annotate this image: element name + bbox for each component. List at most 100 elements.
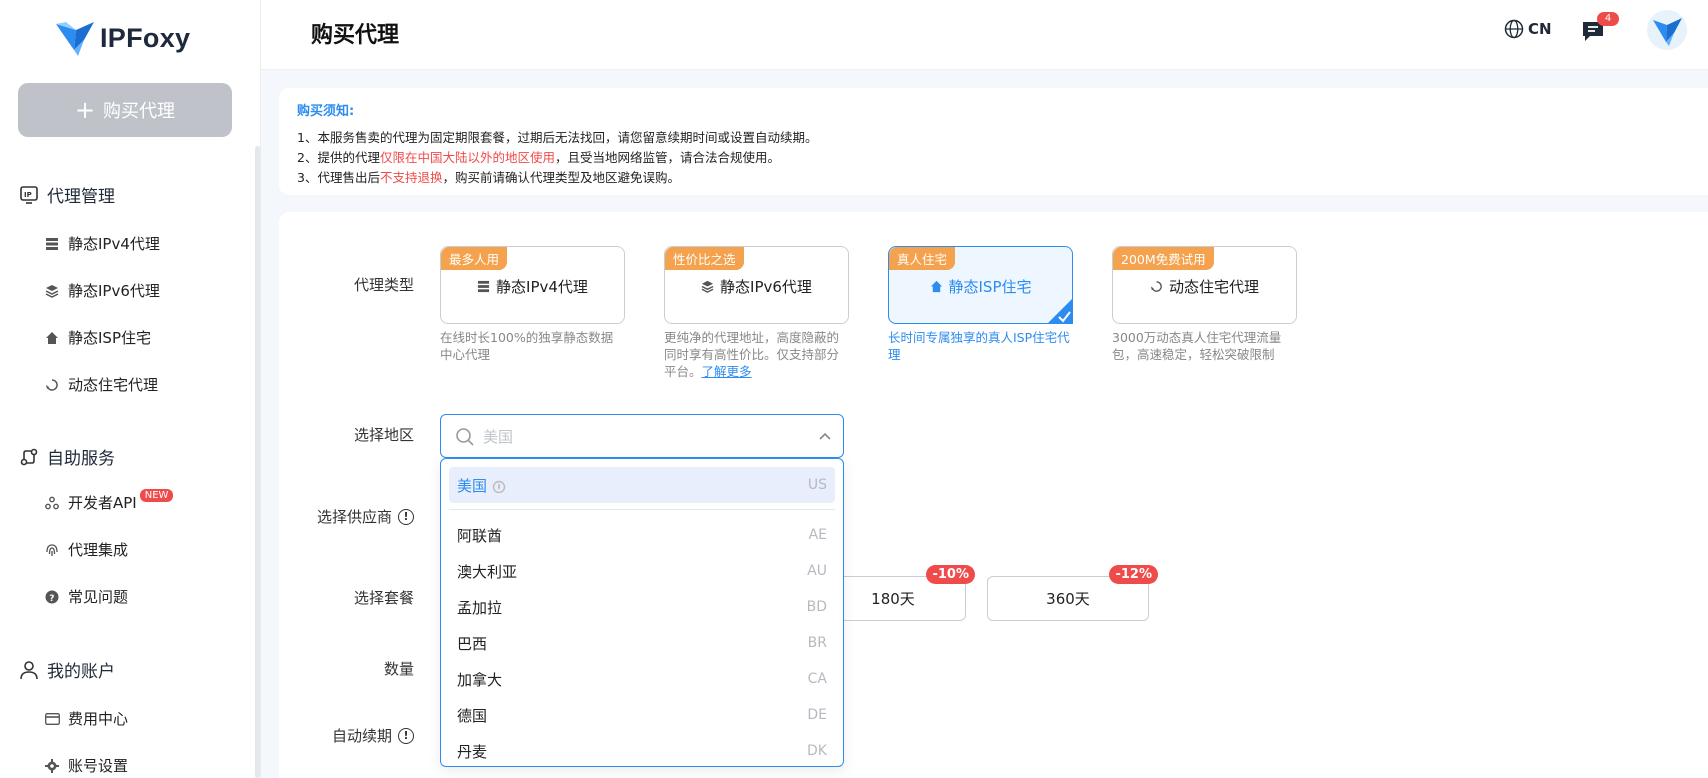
proxy-type-label: 代理类型 (353, 276, 414, 294)
type-description: 长时间专属独享的真人ISP住宅代理 (888, 330, 1070, 362)
region-option[interactable]: 巴西 BR (449, 625, 835, 661)
sidebar-item-label: 代理集成 (68, 541, 129, 559)
type-tag: 200M免费试用 (1113, 247, 1214, 270)
sidebar-scrollbar[interactable] (255, 146, 260, 778)
sidebar-item-label: 开发者API (68, 494, 137, 512)
region-option[interactable]: 孟加拉 BD (449, 589, 835, 625)
gear-icon (44, 758, 60, 774)
proxy-type-card-isp[interactable]: 真人住宅 静态ISP住宅 (888, 246, 1073, 324)
notice-line-1: 1、本服务售卖的代理为固定期限套餐，过期后无法找回，请您留意续期时间或设置自动续… (297, 130, 818, 145)
server-icon (477, 280, 490, 293)
notice-line-3: 3、代理售出后不支持退换，购买前请确认代理类型及地区避免误购。 (297, 167, 680, 186)
region-code: BD (806, 599, 827, 615)
region-search-input[interactable] (483, 425, 783, 449)
nav-group-proxy-management[interactable]: IP 代理管理 (18, 182, 115, 207)
buy-proxy-label: 购买代理 (103, 101, 176, 122)
type-name-label: 静态IPv4代理 (496, 278, 588, 296)
region-option-name: 孟加拉 (457, 598, 503, 617)
search-icon (456, 428, 474, 446)
svg-text:?: ? (49, 594, 54, 604)
sidebar-item-dynamic-residential[interactable]: 动态住宅代理 (44, 374, 158, 395)
proxy-type-card-ipv6[interactable]: 性价比之选 静态IPv6代理 (664, 246, 849, 324)
sidebar-item-label: 静态IPv4代理 (68, 235, 160, 253)
proxy-type-card-dynamic[interactable]: 200M免费试用 动态住宅代理 (1112, 246, 1297, 324)
sidebar-item-label: 账号设置 (68, 757, 129, 775)
region-option[interactable]: 德国 DE (449, 697, 835, 733)
avatar-logo-icon (1653, 18, 1682, 46)
home-icon (44, 330, 60, 346)
info-icon[interactable]: ! (398, 508, 414, 525)
plus-icon: + (74, 96, 96, 124)
region-option[interactable]: 澳大利亚 AU (449, 553, 835, 589)
ip-icon: IP (18, 184, 40, 206)
svg-text:IP: IP (24, 191, 32, 199)
sidebar-item-developer-api[interactable]: 开发者API NEW (44, 489, 174, 513)
home-icon (930, 280, 943, 293)
nav-group-my-account[interactable]: 我的账户 (18, 657, 115, 682)
nav-group-self-service[interactable]: 自助服务 (18, 444, 115, 469)
sidebar-item-account-settings[interactable]: 账号设置 (44, 755, 128, 776)
fox-logo-icon (56, 22, 94, 56)
plan-option-360[interactable]: 360天 -12% (987, 565, 1158, 621)
card-icon (44, 711, 60, 727)
proxy-type-card-ipv4[interactable]: 最多人用 静态IPv4代理 (440, 246, 625, 324)
sidebar-item-static-ipv6[interactable]: 静态IPv6代理 (44, 280, 160, 301)
webhook-icon (44, 495, 60, 511)
region-code: AU (807, 563, 827, 579)
chevron-up-icon[interactable] (819, 431, 831, 441)
globe-icon (1504, 19, 1524, 39)
region-option-name: 澳大利亚 (457, 562, 518, 581)
sidebar-item-billing[interactable]: 费用中心 (44, 708, 128, 729)
new-badge: NEW (139, 489, 174, 502)
provider-label: 选择供应商 ! (300, 506, 414, 527)
nav-group-label: 我的账户 (47, 662, 115, 682)
sidebar-item-faq[interactable]: ? 常见问题 (44, 586, 128, 607)
region-label: 选择地区 (353, 426, 414, 444)
region-option[interactable]: 加拿大 CA (449, 661, 835, 697)
buy-proxy-button[interactable]: + 购买代理 (18, 83, 232, 137)
learn-more-link[interactable]: 了解更多 (702, 364, 752, 379)
sidebar-item-proxy-integration[interactable]: 代理集成 (44, 539, 128, 560)
discount-badge: -10% (926, 565, 975, 584)
nav-group-label: 自助服务 (47, 449, 115, 469)
type-name: 静态IPv6代理 (665, 276, 848, 297)
type-tag: 性价比之选 (665, 247, 744, 270)
region-code: US (807, 477, 827, 493)
notice-title: 购买须知: (297, 104, 355, 119)
refresh-icon (44, 377, 60, 393)
sidebar-item-static-isp[interactable]: 静态ISP住宅 (44, 327, 151, 348)
type-name: 静态IPv4代理 (441, 276, 624, 297)
message-count-badge: 4 (1597, 12, 1619, 26)
region-dropdown: 美国 US 阿联酋 AE 澳大利亚 AU 孟加拉 BD 巴西 BR 加拿大 CA 德国 DE… (440, 458, 844, 767)
region-code: DK (807, 743, 827, 759)
notice-text: 2、提供的代理 (297, 150, 380, 165)
page-title: 购买代理 (311, 23, 400, 48)
region-option[interactable]: 丹麦 DK (449, 733, 835, 766)
region-option-selected[interactable]: 美国 US (449, 467, 835, 503)
plan-label-text: 360天 (1046, 590, 1090, 608)
type-description: 3000万动态真人住宅代理流量包，高速稳定，轻松突破限制 (1112, 330, 1282, 362)
language-label: CN (1528, 20, 1552, 38)
auto-renew-label: 自动续期 ! (300, 725, 414, 746)
notice-line-2: 2、提供的代理仅限在中国大陆以外的地区使用，且受当地网络监管，请合法合规使用。 (297, 147, 780, 166)
quantity-label: 数量 (383, 660, 414, 678)
region-option-name: 巴西 (457, 634, 488, 653)
region-option[interactable]: 阿联酋 AE (449, 517, 835, 553)
nav-group-label: 代理管理 (47, 187, 115, 207)
fire-icon (492, 480, 505, 493)
language-switch[interactable]: CN (1504, 19, 1552, 39)
sidebar-item-static-ipv4[interactable]: 静态IPv4代理 (44, 233, 160, 254)
notice-text: ，且受当地网络监管，请合法合规使用。 (554, 150, 780, 165)
layers-icon (44, 283, 60, 299)
brand-logo[interactable]: IPFoxy (54, 18, 190, 58)
region-code: AE (808, 527, 827, 543)
type-name-label: 动态住宅代理 (1168, 278, 1259, 296)
region-select[interactable] (440, 414, 844, 458)
type-description: 在线时长100%的独享静态数据中心代理 (440, 330, 614, 362)
avatar[interactable] (1647, 10, 1687, 50)
sidebar: IPFoxy + 购买代理 IP 代理管理 静态IPv4代理 静态IPv6代理 … (0, 0, 261, 778)
type-tag: 最多人用 (441, 247, 508, 270)
info-icon[interactable]: ! (398, 727, 414, 744)
sidebar-item-label: 动态住宅代理 (68, 376, 159, 394)
notice-highlight: 仅限在中国大陆以外的地区使用 (379, 150, 555, 165)
